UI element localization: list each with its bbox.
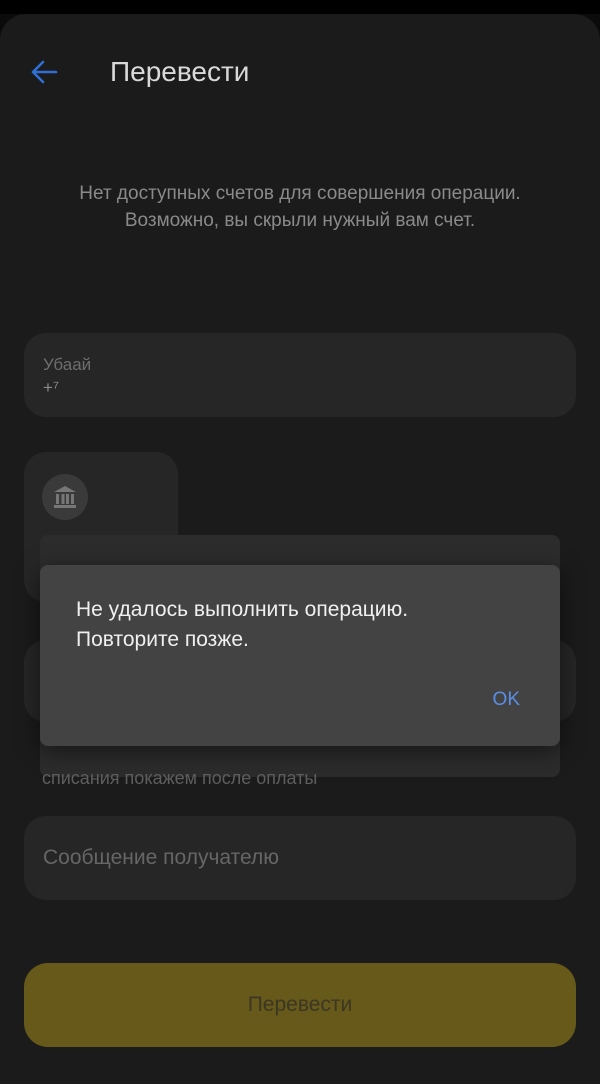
dialog-ok-button[interactable]: OK bbox=[485, 685, 528, 715]
dialog-message: Не удалось выполнить операцию. Повторите… bbox=[76, 598, 409, 651]
dialog-scrim bbox=[0, 0, 600, 1084]
error-dialog: Не удалось выполнить операцию. Повторите… bbox=[40, 565, 560, 746]
